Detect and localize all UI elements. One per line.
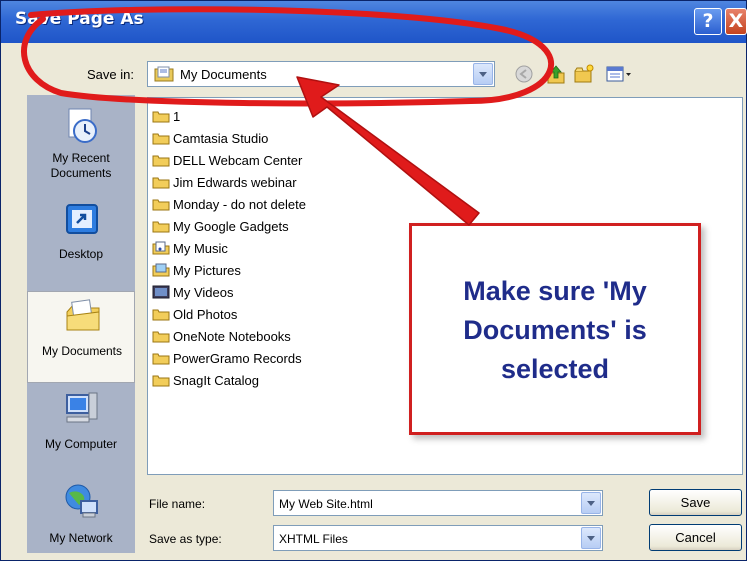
folder-icon	[152, 375, 170, 387]
save-in-value: My Documents	[180, 67, 267, 82]
list-item[interactable]: My Pictures	[152, 260, 241, 280]
list-item[interactable]: DELL Webcam Center	[152, 150, 302, 170]
file-name: My Videos	[173, 284, 234, 300]
list-item[interactable]: Camtasia Studio	[152, 128, 268, 148]
place-desktop[interactable]: Desktop	[27, 195, 135, 287]
list-item[interactable]: Old Photos	[152, 304, 237, 324]
list-item[interactable]: OneNote Notebooks	[152, 326, 291, 346]
file-name: My Pictures	[173, 262, 241, 278]
list-item[interactable]: Monday - do not delete	[152, 194, 306, 214]
place-my-network[interactable]: My Network	[27, 479, 135, 561]
file-name: My Music	[173, 240, 228, 256]
file-name: My Google Gadgets	[173, 218, 289, 234]
save-in-dropdown[interactable]: My Documents	[147, 61, 495, 87]
folder-icon	[152, 111, 170, 123]
file-name: 1	[173, 108, 181, 124]
place-my-documents[interactable]: My Documents	[27, 291, 135, 383]
place-my-computer[interactable]: My Computer	[27, 387, 135, 479]
folder-icon	[152, 221, 170, 233]
place-my-recent-documents[interactable]: My Recent Documents	[27, 103, 135, 195]
views-menu-icon[interactable]	[605, 63, 633, 85]
folder-icon	[152, 309, 170, 321]
folder-icon	[152, 353, 170, 365]
callout-text: Make sure 'My Documents' is selected	[412, 272, 698, 389]
dialog-title: Save Page As	[15, 9, 144, 29]
save-in-label: Save in:	[87, 67, 134, 82]
back-icon[interactable]	[513, 63, 535, 85]
list-item[interactable]: My Videos	[152, 282, 233, 302]
my-network-icon	[65, 484, 98, 518]
file-name: SnagIt Catalog	[173, 372, 260, 388]
file-name: DELL Webcam Center	[173, 152, 303, 168]
list-item[interactable]: 1	[152, 106, 180, 126]
save-as-type-value: XHTML Files	[279, 532, 348, 546]
folder-icon	[152, 177, 170, 189]
up-folder-icon[interactable]	[545, 63, 567, 85]
new-folder-icon[interactable]	[573, 63, 595, 85]
places-bar: My Recent Documents Desktop My Documents	[27, 95, 135, 553]
list-item[interactable]: My Music	[152, 238, 228, 258]
place-label: My Computer	[44, 437, 118, 451]
music-folder-icon	[152, 241, 170, 255]
my-computer-icon	[66, 392, 98, 423]
folder-icon	[152, 155, 170, 167]
chevron-down-icon[interactable]	[473, 63, 493, 85]
folder-icon	[152, 199, 170, 211]
file-name: PowerGramo Records	[173, 350, 302, 366]
place-label: My Network	[49, 531, 113, 545]
list-item[interactable]: PowerGramo Records	[152, 348, 302, 368]
callout-line: Documents' is	[463, 315, 647, 345]
chevron-down-icon[interactable]	[581, 492, 601, 514]
file-name: Camtasia Studio	[173, 130, 269, 146]
file-name: Old Photos	[173, 306, 238, 322]
callout-line: selected	[500, 354, 610, 384]
save-as-type-label: Save as type:	[149, 532, 222, 546]
desktop-icon	[66, 204, 98, 234]
save-as-type-dropdown[interactable]: XHTML Files	[273, 525, 603, 551]
recent-documents-icon	[68, 108, 97, 143]
place-label: Desktop	[58, 247, 104, 261]
folder-icon	[152, 331, 170, 343]
pictures-folder-icon	[152, 263, 170, 277]
videos-folder-icon	[152, 285, 170, 299]
instruction-callout: Make sure 'My Documents' is selected	[409, 223, 701, 435]
cancel-button[interactable]: Cancel	[649, 524, 742, 551]
save-page-as-dialog: Save Page As ? X Save in: My Documents M…	[0, 0, 747, 561]
title-bar: Save Page As ? X	[1, 1, 747, 43]
file-name: Monday - do not delete	[173, 196, 306, 212]
save-button[interactable]: Save	[649, 489, 742, 516]
file-name-label: File name:	[149, 497, 206, 511]
help-button[interactable]: ?	[694, 8, 722, 35]
close-button[interactable]: X	[725, 8, 747, 35]
file-name: Jim Edwards webinar	[173, 174, 297, 190]
place-label: My Documents	[41, 344, 123, 358]
place-label: My Recent Documents	[50, 151, 112, 180]
callout-line: Make sure 'My	[463, 276, 647, 306]
list-item[interactable]: My Google Gadgets	[152, 216, 289, 236]
my-documents-icon	[66, 299, 100, 331]
list-item[interactable]: SnagIt Catalog	[152, 370, 259, 390]
file-name-field[interactable]: My Web Site.html	[273, 490, 603, 516]
file-name-value: My Web Site.html	[279, 497, 373, 511]
documents-folder-icon	[154, 66, 174, 82]
file-name: OneNote Notebooks	[173, 328, 291, 344]
list-item[interactable]: Jim Edwards webinar	[152, 172, 297, 192]
chevron-down-icon[interactable]	[581, 527, 601, 549]
folder-icon	[152, 133, 170, 145]
